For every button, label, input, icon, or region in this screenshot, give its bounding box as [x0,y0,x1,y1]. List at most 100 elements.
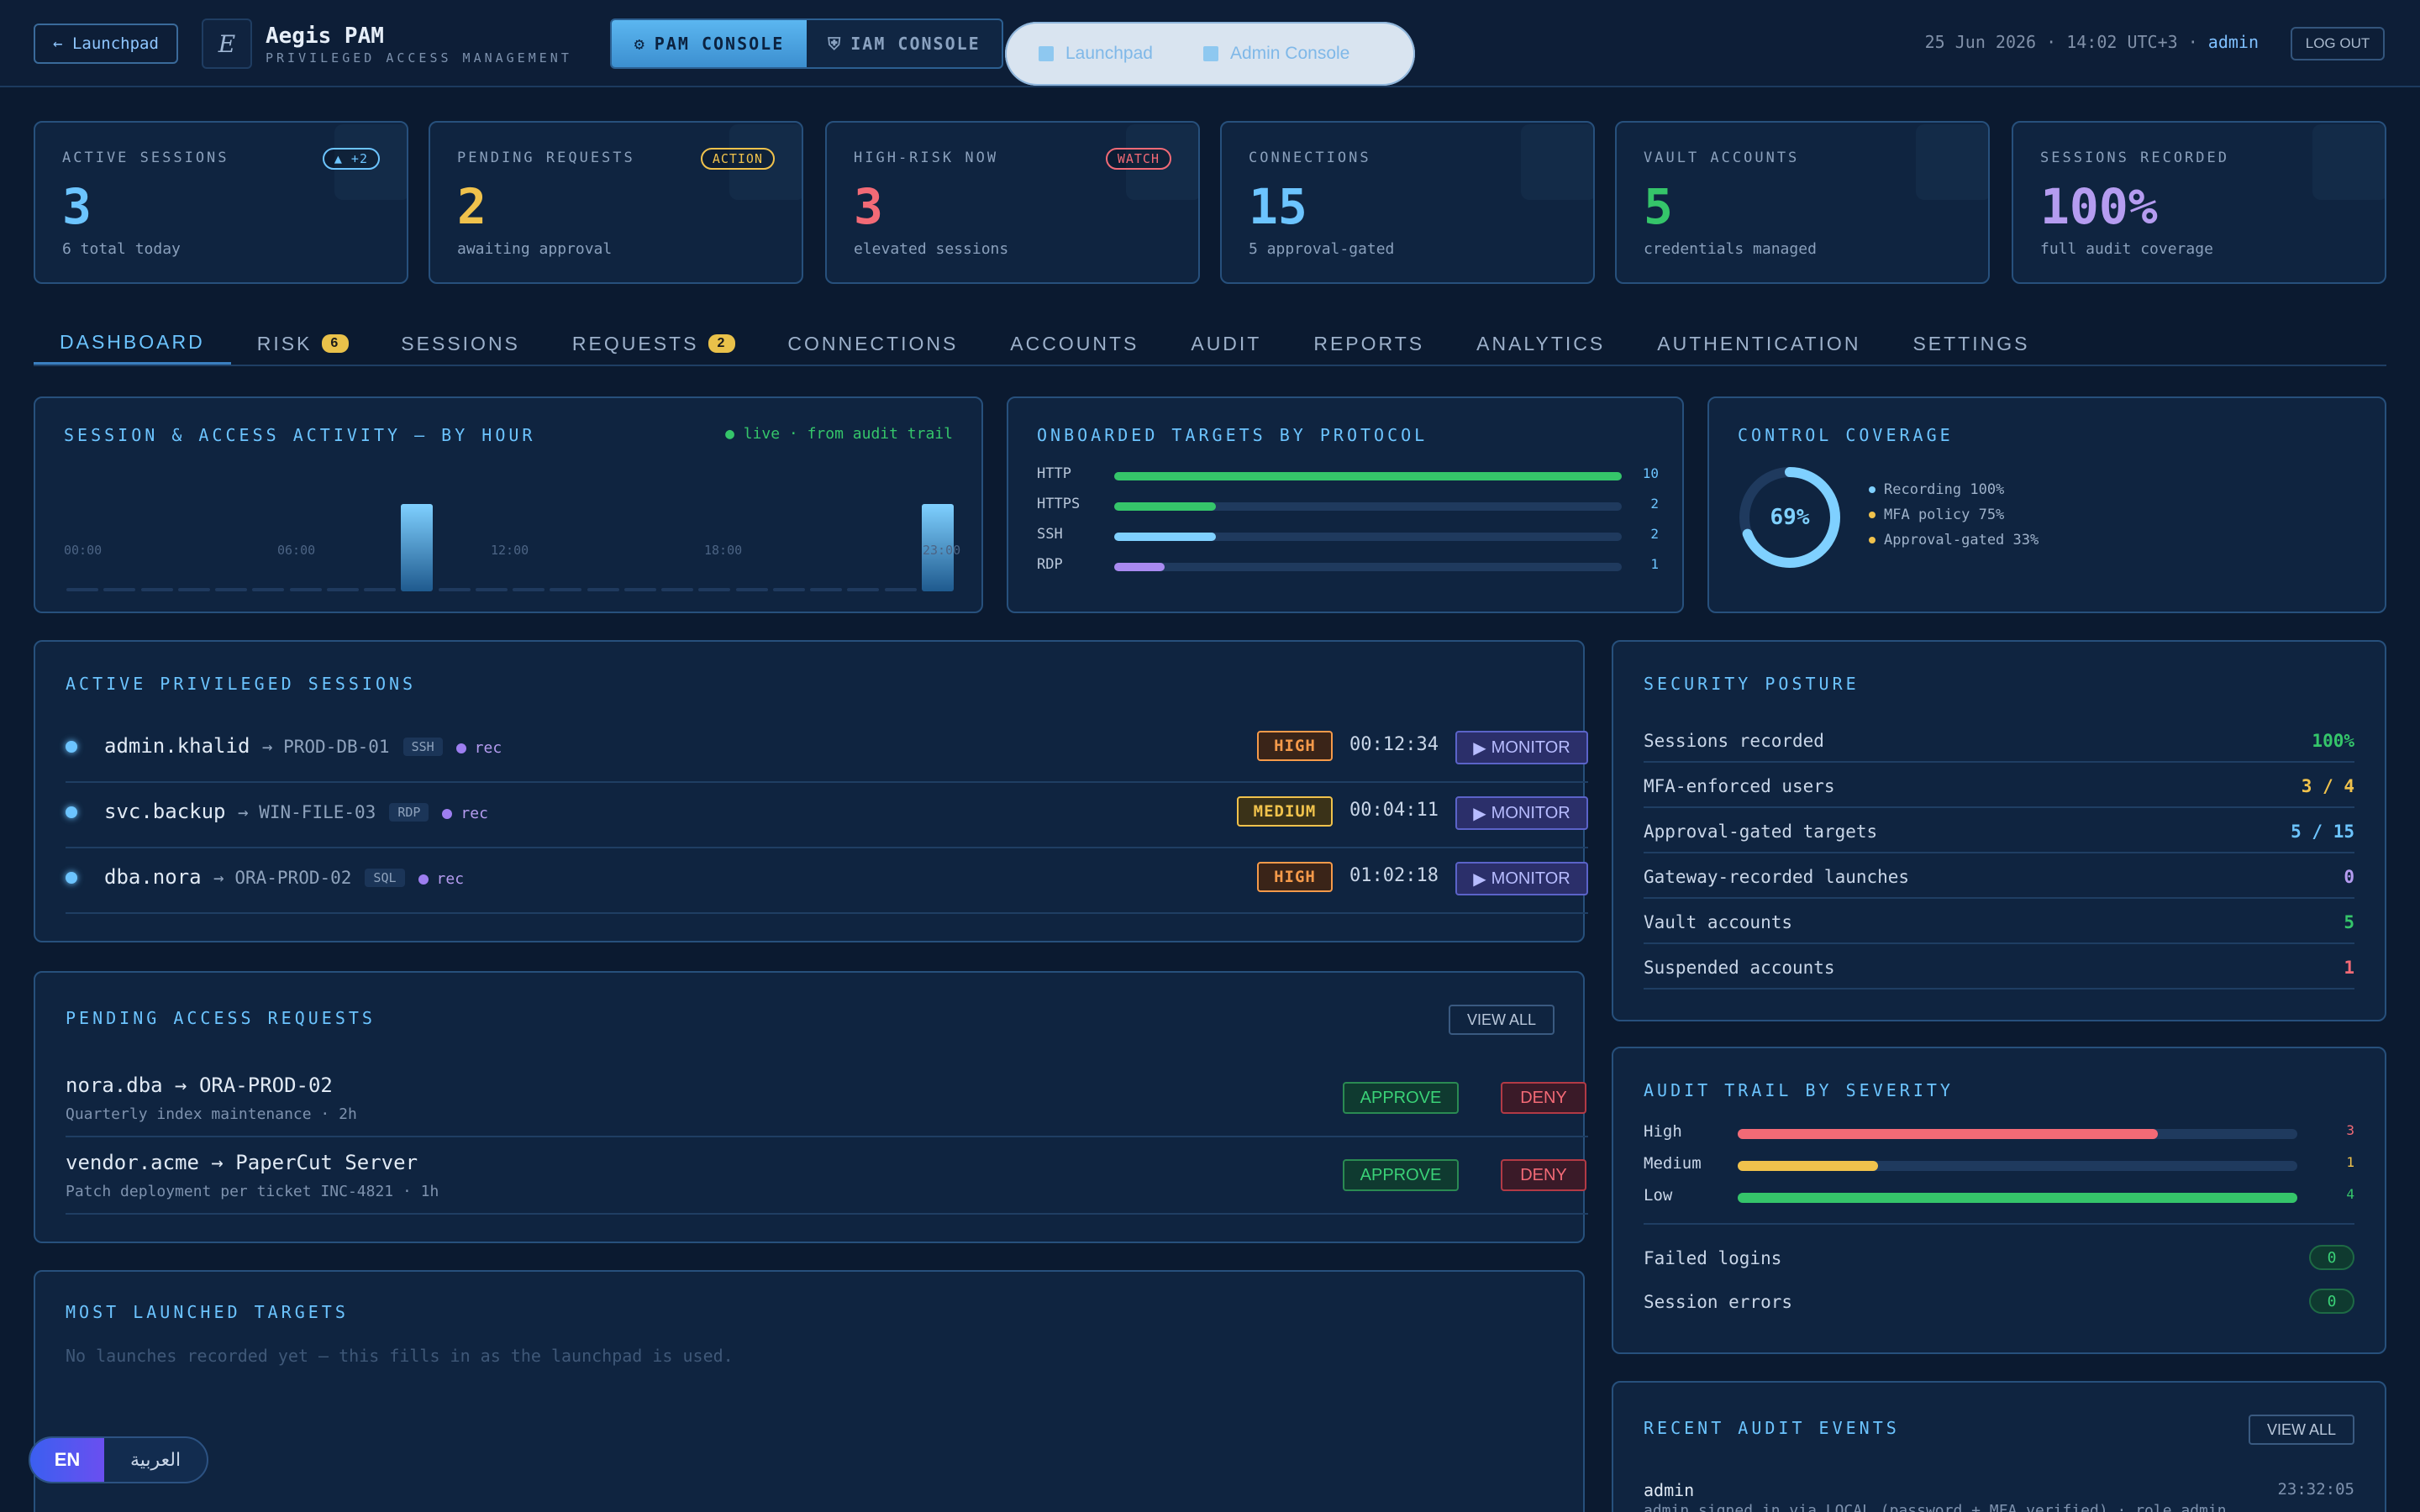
session-live-dot [66,806,77,818]
posture-row: Sessions recorded 100% [1644,717,2354,763]
launchpad-back-button[interactable]: ← Launchpad [34,24,178,64]
session-duration: 01:02:18 [1349,865,1439,886]
session-live-dot [66,872,77,884]
session-row: admin.khalid → PROD-DB-01 SSH rec HIGH 00:12… [66,717,1588,783]
tab-requests[interactable]: REQUESTS 2 [546,323,761,365]
launch-pill: Launchpad Admin Console [1005,22,1415,86]
request-title: vendor.acme → PaperCut Server [66,1151,418,1174]
requests-view-all-button[interactable]: VIEW ALL [1449,1005,1555,1035]
tab-authentication[interactable]: AUTHENTICATION [1631,323,1886,365]
iam-console-label: IAM CONSOLE [850,34,981,54]
tab-count-badge: 2 [708,334,736,353]
pam-console-label: PAM CONSOLE [654,34,785,54]
tab-connections[interactable]: CONNECTIONS [761,323,984,365]
severity-label: High [1644,1122,1682,1141]
protocol-title: ONBOARDED TARGETS BY PROTOCOL [1037,425,1428,445]
tab-sessions[interactable]: SESSIONS [375,323,546,365]
monitor-button[interactable]: ▶ MONITOR [1455,731,1588,764]
stat-card-icon [2312,124,2385,200]
console-icon [1202,46,1218,61]
activity-tick-label: 00:00 [64,543,103,558]
stat-sub: 5 approval-gated [1249,240,1395,258]
current-user[interactable]: admin [2208,32,2259,52]
monitor-button[interactable]: ▶ MONITOR [1455,862,1588,895]
tab-settings[interactable]: SETTINGS [1886,323,2055,365]
tab-label: ACCOUNTS [1010,332,1139,354]
session-target: → WIN-FILE-03 [237,802,376,822]
coverage-donut: 69% [1739,467,1840,568]
severity-track [1738,1129,2297,1139]
stat-label: PENDING REQUESTS [457,150,635,166]
recording-indicator: rec [418,870,464,888]
stat-label: SESSIONS RECORDED [2040,150,2229,166]
pam-console-tab[interactable]: ⚙ PAM CONSOLE [612,20,807,67]
pill-second-link[interactable]: Admin Console [1202,44,1350,64]
request-sub: Patch deployment per ticket INC-4821 · 1… [66,1183,439,1200]
tab-audit[interactable]: AUDIT [1165,323,1287,365]
posture-label: Gateway-recorded launches [1644,867,1910,887]
audit-event-user: admin [1644,1480,1695,1500]
request-row: nora.dba → ORA-PROD-02 Quarterly index ma… [66,1062,1588,1137]
activity-panel: SESSION & ACCESS ACTIVITY — BY HOUR ● li… [34,396,983,613]
sessions-panel: ACTIVE PRIVILEGED SESSIONS admin.khalid … [34,640,1588,942]
launched-empty-text: No launches recorded yet — this fills in… [66,1346,734,1366]
tab-label: SETTINGS [1912,332,2030,354]
session-duration: 00:04:11 [1349,800,1439,821]
tab-reports[interactable]: REPORTS [1287,323,1450,365]
severity-title: AUDIT TRAIL BY SEVERITY [1644,1080,1954,1100]
protocol-bar [1114,533,1216,541]
session-risk-badge: HIGH [1257,862,1333,892]
tab-label: REPORTS [1313,332,1425,354]
console-switcher: ⚙ PAM CONSOLE ⛨ IAM CONSOLE [610,18,1003,69]
severity-panel: AUDIT TRAIL BY SEVERITY Failed logins 0 … [1612,1047,2386,1354]
posture-label: MFA-enforced users [1644,776,1835,796]
deny-button[interactable]: DENY [1501,1082,1586,1114]
session-duration: 00:12:34 [1349,734,1439,755]
posture-label: Approval-gated targets [1644,822,1878,842]
session-user-name: dba.nora [104,865,202,889]
protocol-row: HTTP 10 [1037,465,1659,486]
iam-console-tab[interactable]: ⛨ IAM CONSOLE [807,20,1002,67]
tab-risk[interactable]: RISK 6 [231,323,376,365]
posture-panel: SECURITY POSTURE Sessions recorded 100% MF… [1612,640,2386,1021]
lang-ar-button[interactable]: العربية [104,1438,207,1482]
stat-badge: ACTION [700,148,775,170]
pill-second-label: Admin Console [1229,44,1350,63]
tab-accounts[interactable]: ACCOUNTS [984,323,1165,365]
stat-card: HIGH-RISK NOW 3 elevated sessions WATCH [825,121,1200,284]
stat-label: CONNECTIONS [1249,150,1371,166]
severity-bar [1738,1193,2297,1203]
stat-sub: credentials managed [1644,240,1817,258]
severity-divider [1644,1223,2354,1225]
lang-en-button[interactable]: EN [30,1438,104,1482]
session-risk-badge: MEDIUM [1237,796,1333,827]
activity-tick-label: 18:00 [704,543,743,558]
audit-event-time: 23:32:05 [2277,1480,2354,1499]
stat-value: 3 [854,178,883,235]
recording-indicator: rec [455,739,502,757]
tab-analytics[interactable]: ANALYTICS [1450,323,1631,365]
session-user: svc.backup → WIN-FILE-03 RDP rec [104,800,488,823]
severity-row: Low 4 [1644,1186,2354,1206]
stat-card: SESSIONS RECORDED 100% full audit coverage [2012,121,2386,284]
live-indicator: ● live · from audit trail [725,425,953,443]
logout-button[interactable]: LOG OUT [2291,27,2385,60]
legend-recording: Recording 100% [1869,477,2039,502]
recent-view-all-button[interactable]: VIEW ALL [2249,1415,2354,1445]
stat-value: 2 [457,178,487,235]
approve-button[interactable]: APPROVE [1343,1082,1459,1114]
monitor-button[interactable]: ▶ MONITOR [1455,796,1588,830]
deny-button[interactable]: DENY [1501,1159,1586,1191]
session-protocol: SQL [365,869,405,887]
stat-value: 15 [1249,178,1307,235]
recording-indicator: rec [442,805,488,822]
pill-launchpad-link[interactable]: Launchpad [1039,44,1153,64]
stat-card-icon [1916,124,1988,200]
approve-button[interactable]: APPROVE [1343,1159,1459,1191]
pill-launchpad-label: Launchpad [1065,44,1153,63]
stat-card: CONNECTIONS 15 5 approval-gated [1220,121,1595,284]
audit-event-desc: admin signed in via LOCAL (password + MF… [1644,1502,2227,1512]
activity-title: SESSION & ACCESS ACTIVITY — BY HOUR [64,425,536,445]
stat-label: HIGH-RISK NOW [854,150,999,166]
tab-dashboard[interactable]: DASHBOARD [34,323,231,365]
